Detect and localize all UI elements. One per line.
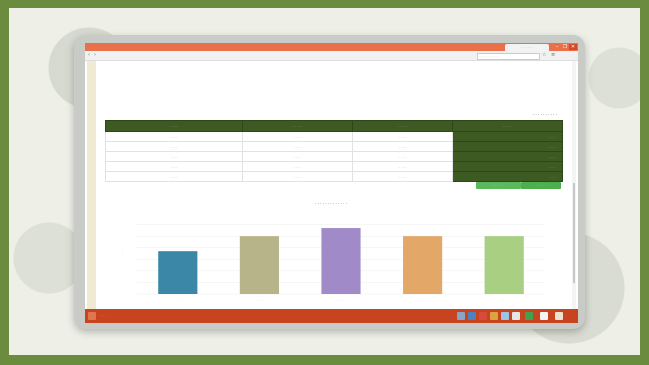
browser-tab[interactable]: · · · · · · · bbox=[505, 44, 549, 51]
address-bar: ‹ › · · · · · · · · · · · ☆ ≡ bbox=[85, 51, 578, 61]
chart-bar bbox=[403, 236, 443, 294]
chart-title: · · · · · · · · · · · · · bbox=[315, 201, 347, 206]
taskbar-app-icon[interactable] bbox=[555, 312, 563, 320]
y-axis-label: · · · · bbox=[120, 247, 124, 254]
chart-bar bbox=[158, 251, 198, 294]
taskbar-app-icon[interactable] bbox=[468, 312, 476, 320]
x-tick-label: · · · · bbox=[256, 298, 263, 302]
close-button[interactable]: ✕ bbox=[569, 44, 577, 50]
chart-bar bbox=[484, 236, 524, 294]
x-tick-label: · · · · bbox=[501, 298, 508, 302]
table-cell: · · · · bbox=[351, 131, 454, 142]
table-cell: · · · · bbox=[104, 131, 244, 142]
table-row: · · · · · · · · · · · · · · · · bbox=[104, 151, 563, 162]
table-header-row: · · · · · · · · · · · · · · · · · · · · bbox=[104, 120, 563, 132]
chart-bar bbox=[239, 236, 279, 294]
left-sidebar-strip bbox=[87, 61, 96, 309]
taskbar-app-icon[interactable] bbox=[501, 312, 509, 320]
table-cell: · · · · bbox=[104, 161, 244, 172]
table-row: · · · · · · · · · · · · · · · · bbox=[104, 131, 563, 142]
table-cell: · · · · bbox=[242, 131, 353, 142]
table-cell: · · · · bbox=[104, 151, 244, 162]
star-icon[interactable]: ☆ bbox=[542, 52, 546, 59]
table-header: · · · · · bbox=[351, 120, 454, 132]
table-cell: · · · · bbox=[351, 161, 454, 172]
scroll-thumb[interactable] bbox=[573, 183, 575, 283]
start-icon[interactable] bbox=[88, 312, 96, 320]
table-cell: · · · · bbox=[351, 151, 454, 162]
row-label: · · · · bbox=[452, 131, 563, 142]
row-label: · · · · bbox=[452, 141, 563, 152]
taskbar: · · · · · bbox=[85, 309, 578, 323]
table-cell: · · · · bbox=[242, 141, 353, 152]
row-label: · · · · bbox=[452, 161, 563, 172]
table-row: · · · · · · · · · · · · · · · · bbox=[104, 171, 563, 182]
table-cell: · · · · bbox=[104, 141, 244, 152]
section-title: · · · · · · · · · · bbox=[532, 112, 557, 117]
chart-bar bbox=[321, 228, 361, 294]
maximize-button[interactable]: ❐ bbox=[561, 44, 569, 50]
table-cell: · · · · bbox=[104, 171, 244, 182]
taskbar-app-icon[interactable] bbox=[479, 312, 487, 320]
x-tick-label: · · · · bbox=[419, 298, 426, 302]
table-cell: · · · · bbox=[242, 171, 353, 182]
menu-icon[interactable]: ≡ bbox=[551, 52, 555, 59]
row-label: · · · · bbox=[452, 151, 563, 162]
table-header: · · · · · bbox=[242, 120, 353, 132]
taskbar-app-icon[interactable] bbox=[490, 312, 498, 320]
bar-chart: · · · · · · · · · · · · · · · · · · · · · · ·… bbox=[120, 224, 545, 302]
action-button-2[interactable]: · · · · · · · · bbox=[521, 182, 561, 189]
taskbar-app-icon[interactable] bbox=[540, 312, 548, 320]
table-row: · · · · · · · · · · · · · · · · bbox=[104, 141, 563, 152]
taskbar-app-icon[interactable] bbox=[512, 312, 520, 320]
data-table: · · · · · · · · · · · · · · · · · · · · … bbox=[104, 120, 563, 182]
minimize-button[interactable]: – bbox=[553, 44, 561, 50]
action-button-1[interactable]: · · · · · · · · bbox=[476, 182, 521, 189]
url-field[interactable]: · · · · · · · · · · · bbox=[477, 53, 540, 60]
x-tick-label: · · · · bbox=[174, 298, 181, 302]
table-cell: · · · · bbox=[242, 161, 353, 172]
page-content: · · · · · · · · · · · · · · · · · · · · … bbox=[97, 61, 565, 309]
browser-titlebar: · · · · · · · – ❐ ✕ bbox=[85, 43, 578, 51]
taskbar-app-icon[interactable] bbox=[525, 312, 533, 320]
table-cell: · · · · bbox=[351, 171, 454, 182]
table-header: · · · · · bbox=[104, 120, 244, 132]
row-label: · · · · bbox=[452, 171, 563, 182]
x-tick-label: · · · · bbox=[338, 298, 345, 302]
forward-icon[interactable]: › bbox=[94, 52, 96, 59]
back-icon[interactable]: ‹ bbox=[88, 52, 90, 59]
table-header: · · · · · bbox=[452, 120, 563, 132]
taskbar-app-icon[interactable] bbox=[457, 312, 465, 320]
screen: · · · · · · · – ❐ ✕ ‹ › · · · · · · · · … bbox=[85, 43, 578, 323]
table-cell: · · · · bbox=[242, 151, 353, 162]
table-row: · · · · · · · · · · · · · · · · bbox=[104, 161, 563, 172]
table-cell: · · · · bbox=[351, 141, 454, 152]
taskbar-text: · · · · · bbox=[99, 313, 108, 317]
